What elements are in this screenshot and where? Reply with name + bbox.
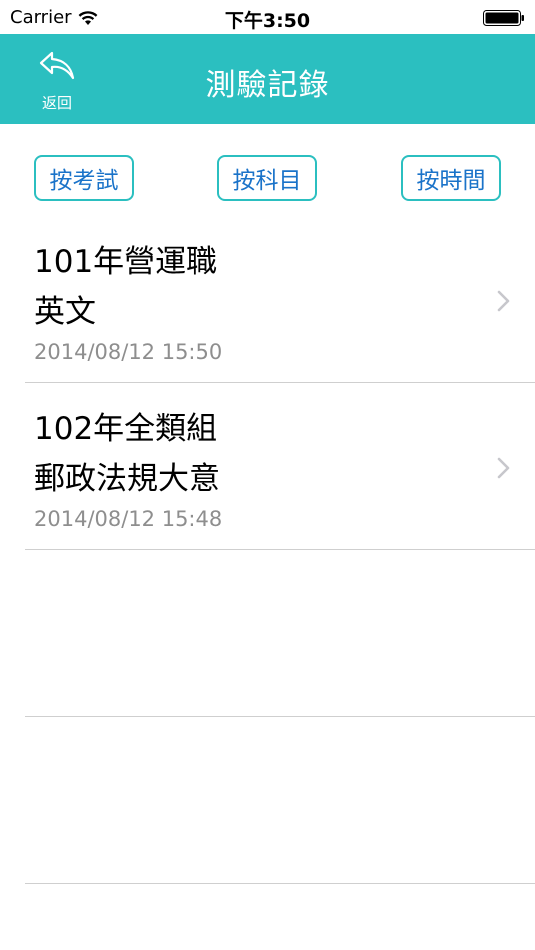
list-item[interactable]: 101年營運職 英文 2014/08/12 15:50 (0, 216, 535, 383)
record-exam-name: 101年營運職 (34, 244, 218, 280)
filter-by-exam-button[interactable]: 按考試 (34, 155, 134, 201)
row-divider (25, 883, 535, 884)
record-date: 2014/08/12 15:50 (34, 340, 223, 364)
record-date: 2014/08/12 15:48 (34, 507, 223, 531)
status-time: 下午3:50 (224, 10, 311, 32)
filter-by-time-button[interactable]: 按時間 (401, 155, 501, 201)
status-bar: Carrier 下午3:50 (0, 0, 535, 34)
records-list: 101年營運職 英文 2014/08/12 15:50 102年全類組 郵政法規… (0, 216, 535, 884)
empty-list-row (0, 717, 535, 884)
list-item[interactable]: 102年全類組 郵政法規大意 2014/08/12 15:48 (0, 383, 535, 550)
nav-bar: 返回 測驗記錄 (0, 34, 535, 124)
record-subject: 郵政法規大意 (34, 461, 220, 497)
filter-by-subject-button[interactable]: 按科目 (217, 155, 317, 201)
record-subject: 英文 (34, 294, 96, 330)
chevron-right-icon (497, 290, 510, 312)
page-title: 測驗記錄 (205, 68, 330, 103)
battery-icon (483, 10, 524, 26)
record-exam-name: 102年全類組 (34, 411, 218, 447)
chevron-right-icon (497, 457, 510, 479)
empty-list-row (0, 550, 535, 717)
